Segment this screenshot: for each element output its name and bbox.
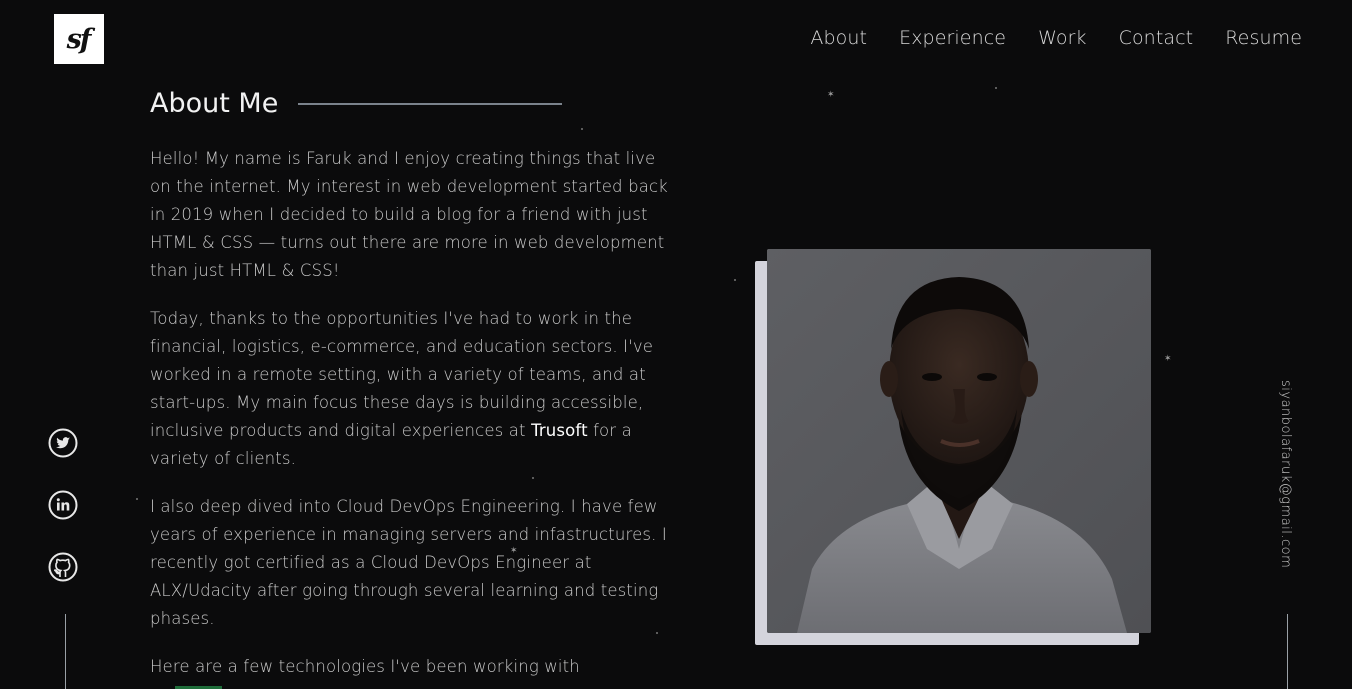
logo[interactable]: sf	[54, 14, 104, 64]
star-decoration	[734, 279, 736, 281]
about-paragraph-2: Today, thanks to the opportunities I've …	[150, 305, 670, 473]
twitter-icon[interactable]	[48, 428, 78, 458]
star-decoration: ✶	[1164, 354, 1172, 364]
trusoft-link[interactable]: Trusoft	[531, 421, 588, 440]
profile-photo	[767, 249, 1151, 633]
nav-link-contact[interactable]: Contact	[1119, 27, 1194, 49]
about-paragraph-4: Here are a few technologies I've been wo…	[150, 657, 580, 676]
about-paragraph-1: Hello! My name is Faruk and I enjoy crea…	[150, 149, 668, 280]
page: ✶ ✶ ✶ sf About Experience Work Contact R…	[0, 0, 1352, 689]
about-paragraph-3: I also deep dived into Cloud DevOps Engi…	[150, 497, 667, 628]
star-decoration	[581, 128, 583, 130]
github-icon[interactable]	[48, 552, 78, 582]
right-vertical-line	[1287, 614, 1288, 689]
nav-link-about[interactable]: About	[810, 27, 867, 49]
social-links	[47, 428, 79, 614]
logo-text: sf	[66, 23, 92, 55]
title-divider	[298, 102, 563, 105]
nav-link-work[interactable]: Work	[1038, 27, 1087, 49]
linkedin-icon[interactable]	[48, 490, 78, 520]
section-header: About Me	[150, 88, 563, 119]
top-nav: About Experience Work Contact Resume	[778, 27, 1302, 49]
star-decoration	[136, 498, 138, 500]
email-link[interactable]: siyanbolafaruk@gmail.com	[1278, 380, 1293, 568]
nav-link-experience[interactable]: Experience	[899, 27, 1006, 49]
star-decoration: ✶	[827, 90, 835, 100]
nav-link-resume[interactable]: Resume	[1225, 27, 1302, 49]
about-content: Hello! My name is Faruk and I enjoy crea…	[150, 145, 670, 689]
section-title: About Me	[150, 88, 279, 119]
star-decoration	[995, 87, 997, 89]
left-vertical-line	[65, 614, 66, 689]
portrait-illustration	[767, 249, 1151, 633]
